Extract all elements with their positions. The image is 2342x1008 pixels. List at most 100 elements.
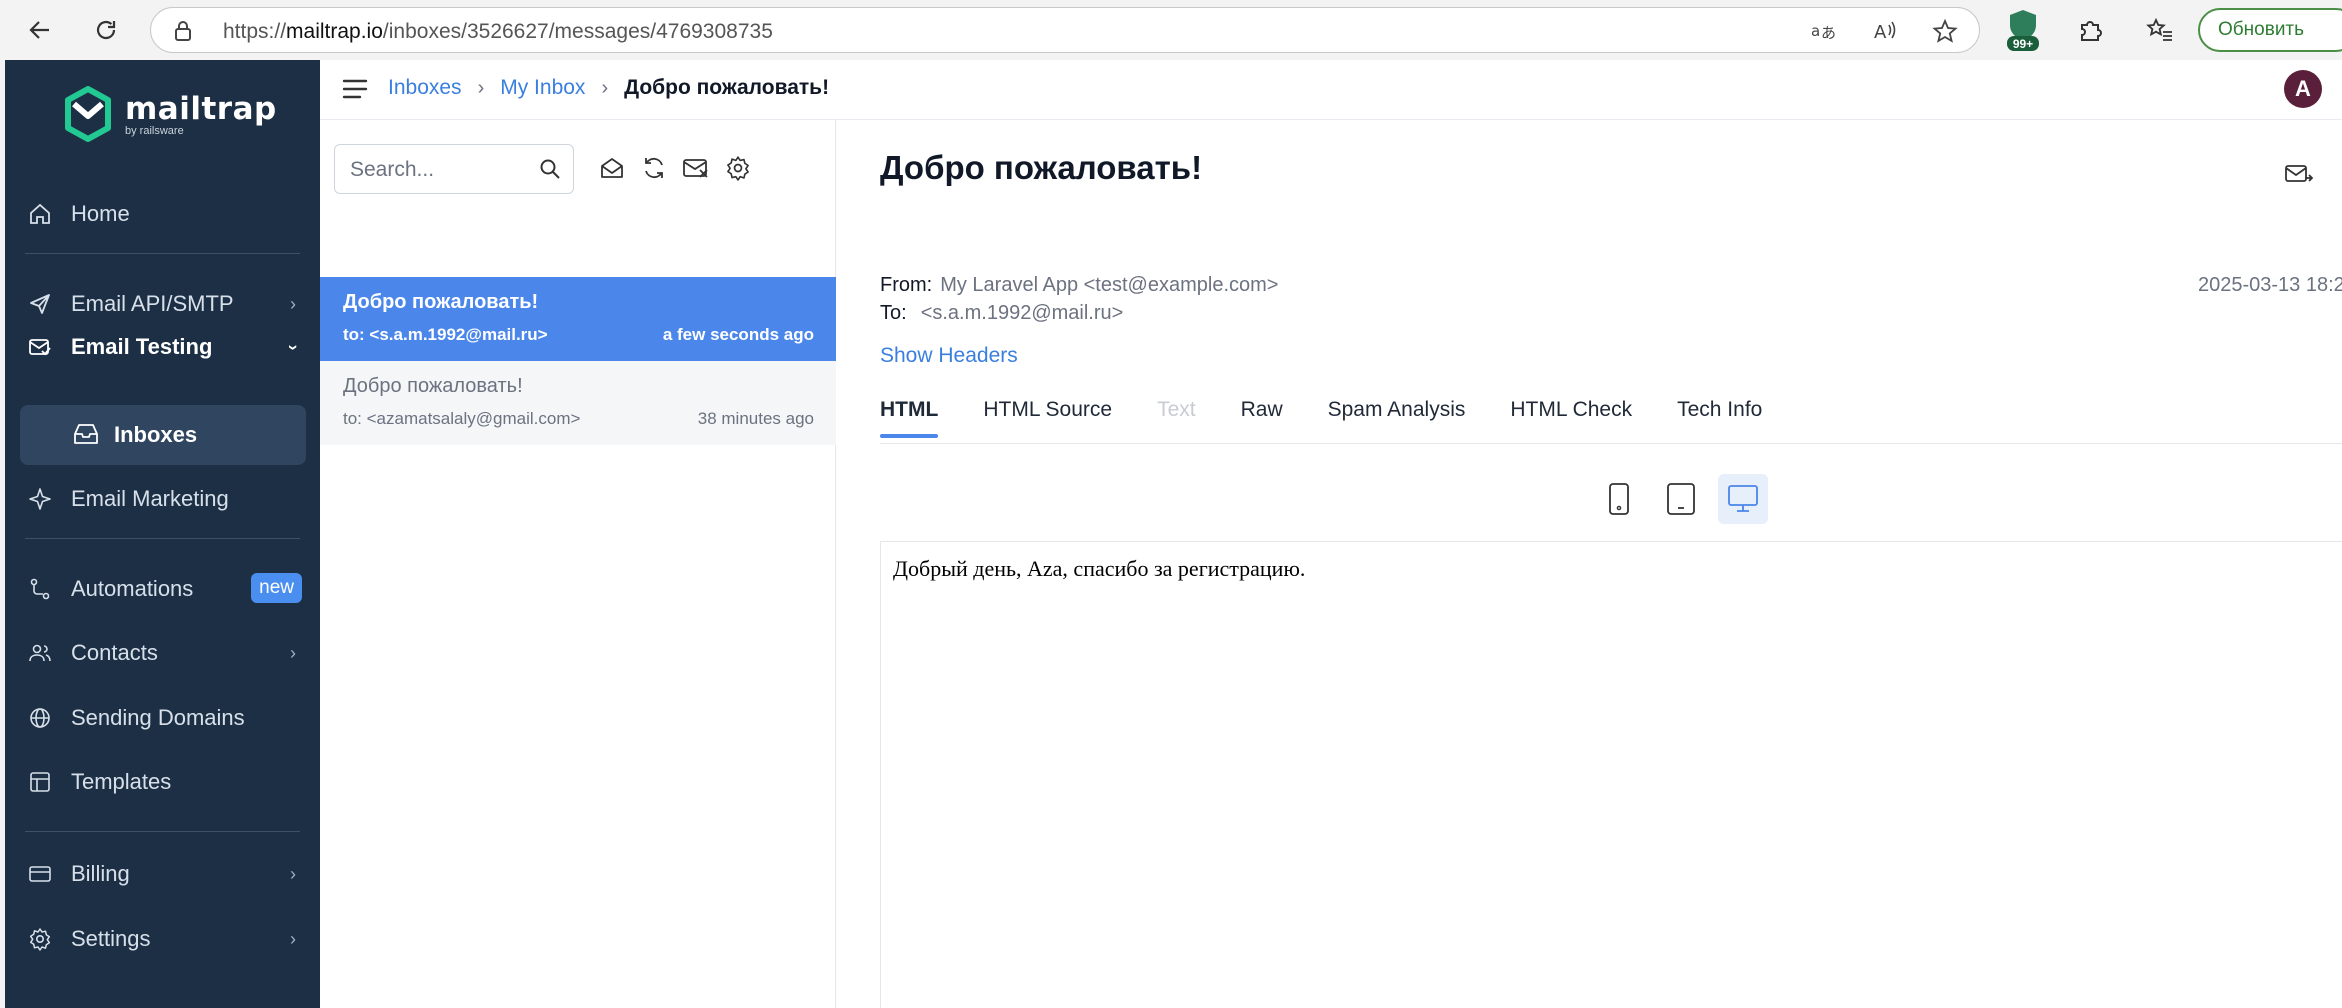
tabs-divider bbox=[880, 443, 2342, 444]
credit-card-icon bbox=[25, 859, 55, 889]
sidebar-item-label: Automations bbox=[71, 576, 194, 601]
globe-icon bbox=[25, 703, 55, 733]
breadcrumb-separator-icon: › bbox=[601, 76, 609, 99]
chevron-right-icon: › bbox=[290, 293, 296, 314]
gear-icon bbox=[25, 924, 55, 954]
sidebar-divider bbox=[25, 538, 300, 539]
mobile-view-icon[interactable] bbox=[1594, 474, 1644, 524]
inbox-settings-gear-icon[interactable] bbox=[720, 150, 756, 186]
back-icon[interactable] bbox=[20, 10, 60, 50]
translate-icon[interactable]: aあ bbox=[1809, 17, 1837, 45]
sidebar-item-billing[interactable]: Billing › bbox=[25, 849, 310, 899]
home-icon bbox=[25, 199, 55, 229]
message-title: Добро пожаловать! bbox=[880, 149, 1203, 186]
to-label: To: bbox=[880, 302, 907, 324]
sidebar-item-label: Email Testing bbox=[71, 334, 213, 359]
read-aloud-icon[interactable]: A bbox=[1871, 17, 1899, 45]
breadcrumb: Inboxes › My Inbox › Добро пожаловать! bbox=[388, 76, 829, 100]
inbox-icon bbox=[72, 420, 100, 454]
breadcrumb-current: Добро пожаловать! bbox=[624, 76, 830, 99]
sidebar-item-label: Inboxes bbox=[114, 422, 198, 447]
refresh-icon[interactable] bbox=[636, 150, 672, 186]
avatar[interactable]: A bbox=[2284, 70, 2322, 108]
automations-icon bbox=[25, 574, 55, 604]
to-value: <s.a.m.1992@mail.ru> bbox=[920, 302, 1124, 324]
message-recipient: to: <azamatsalaly@gmail.com> bbox=[343, 409, 581, 428]
favorite-star-icon[interactable] bbox=[1931, 17, 1959, 45]
from-label: From: bbox=[880, 274, 933, 296]
send-icon bbox=[25, 289, 55, 319]
sidebar-divider bbox=[25, 831, 300, 832]
sparkle-icon bbox=[25, 484, 55, 514]
favorites-list-icon[interactable] bbox=[2140, 10, 2180, 50]
email-body-text: Добрый день, Aza, спасибо за регистрацию… bbox=[893, 556, 1306, 581]
breadcrumb-inboxes[interactable]: Inboxes bbox=[388, 76, 462, 100]
hamburger-menu-icon[interactable] bbox=[342, 78, 368, 105]
tablet-view-icon[interactable] bbox=[1656, 474, 1706, 524]
clear-inbox-icon[interactable] bbox=[678, 150, 714, 186]
sidebar-item-sending-domains[interactable]: Sending Domains bbox=[25, 693, 310, 743]
sidebar-item-label: Email Marketing bbox=[71, 486, 229, 511]
chevron-right-icon: › bbox=[290, 928, 296, 949]
chevron-right-icon: › bbox=[290, 863, 296, 884]
from-value: My Laravel App <test@example.com> bbox=[940, 274, 1279, 296]
chevron-right-icon: › bbox=[290, 642, 296, 663]
list-item[interactable]: Добро пожаловать! to: <s.a.m.1992@mail.r… bbox=[320, 277, 836, 361]
message-date: 2025-03-13 18:25 bbox=[2198, 274, 2342, 296]
message-detail-panel: Добро пожаловать! From: My Laravel App <t… bbox=[836, 120, 2342, 1008]
show-headers-link[interactable]: Show Headers bbox=[880, 344, 1018, 368]
svg-text:あ: あ bbox=[1821, 24, 1836, 42]
extensions-puzzle-icon[interactable] bbox=[2070, 10, 2110, 50]
mark-read-icon[interactable] bbox=[594, 150, 630, 186]
search-icon[interactable] bbox=[539, 158, 561, 185]
to-row: To: <s.a.m.1992@mail.ru> bbox=[880, 302, 1123, 325]
chevron-down-icon: › bbox=[283, 344, 304, 350]
templates-icon bbox=[25, 767, 55, 797]
sidebar-item-label: Contacts bbox=[71, 640, 158, 665]
extension-shield-icon[interactable]: 99+ bbox=[2003, 10, 2043, 51]
mailtrap-logo-icon bbox=[65, 86, 111, 142]
list-item[interactable]: Добро пожаловать! to: <azamatsalaly@gmai… bbox=[320, 361, 836, 445]
sidebar-divider bbox=[25, 253, 300, 254]
sidebar: mailtrap by railsware Home Email API/SMT… bbox=[5, 60, 320, 1008]
message-list-panel: Search... Добро пожаловать! to: <s.a.m.1… bbox=[320, 120, 836, 1008]
sidebar-item-templates[interactable]: Templates bbox=[25, 757, 310, 807]
sidebar-item-email-marketing[interactable]: Email Marketing bbox=[25, 474, 310, 524]
reload-icon[interactable] bbox=[86, 10, 126, 50]
update-browser-button[interactable]: Обновить bbox=[2198, 8, 2342, 52]
desktop-view-icon[interactable] bbox=[1718, 474, 1768, 524]
sidebar-item-settings[interactable]: Settings › bbox=[25, 914, 310, 964]
search-input[interactable]: Search... bbox=[334, 144, 574, 194]
sidebar-item-home[interactable]: Home bbox=[25, 189, 310, 239]
logo-wordmark: mailtrap bbox=[125, 91, 277, 127]
browser-toolbar: https://mailtrap.io/inboxes/3526627/mess… bbox=[0, 0, 2342, 60]
message-subject: Добро пожаловать! bbox=[343, 291, 539, 313]
search-placeholder: Search... bbox=[350, 158, 435, 181]
message-subject: Добро пожаловать! bbox=[343, 375, 523, 397]
mailtrap-app: mailtrap by railsware Home Email API/SMT… bbox=[5, 60, 2342, 1008]
address-bar[interactable]: https://mailtrap.io/inboxes/3526627/mess… bbox=[150, 7, 1980, 53]
contacts-icon bbox=[25, 638, 55, 668]
breadcrumb-my-inbox[interactable]: My Inbox bbox=[500, 76, 585, 100]
sidebar-item-label: Sending Domains bbox=[71, 705, 245, 730]
email-testing-icon bbox=[25, 332, 55, 362]
sidebar-item-label: Settings bbox=[71, 926, 151, 951]
breadcrumb-bar: Inboxes › My Inbox › Добро пожаловать! A bbox=[320, 60, 2342, 120]
message-time: 38 minutes ago bbox=[697, 409, 814, 428]
sidebar-item-email-testing[interactable]: Email Testing › bbox=[25, 322, 310, 372]
message-recipient: to: <s.a.m.1992@mail.ru> bbox=[343, 325, 548, 344]
mailtrap-logo[interactable]: mailtrap by railsware bbox=[63, 86, 277, 142]
sidebar-item-contacts[interactable]: Contacts › bbox=[25, 628, 310, 678]
email-preview-frame: Добрый день, Aza, спасибо за регистрацию… bbox=[880, 541, 2342, 1008]
new-badge: new bbox=[251, 573, 302, 603]
forward-email-icon[interactable] bbox=[2284, 162, 2314, 191]
sidebar-item-label: Home bbox=[71, 201, 130, 226]
sidebar-item-automations[interactable]: Automations new bbox=[25, 564, 310, 614]
sidebar-item-inboxes[interactable]: Inboxes bbox=[20, 405, 306, 465]
svg-text:A: A bbox=[1874, 22, 1887, 43]
from-row: From: My Laravel App <test@example.com> bbox=[880, 274, 1278, 297]
sidebar-item-label: Templates bbox=[71, 769, 172, 794]
sidebar-item-label: Email API/SMTP bbox=[71, 291, 234, 316]
url-text: https://mailtrap.io/inboxes/3526627/mess… bbox=[223, 20, 773, 43]
lock-icon bbox=[173, 20, 193, 47]
